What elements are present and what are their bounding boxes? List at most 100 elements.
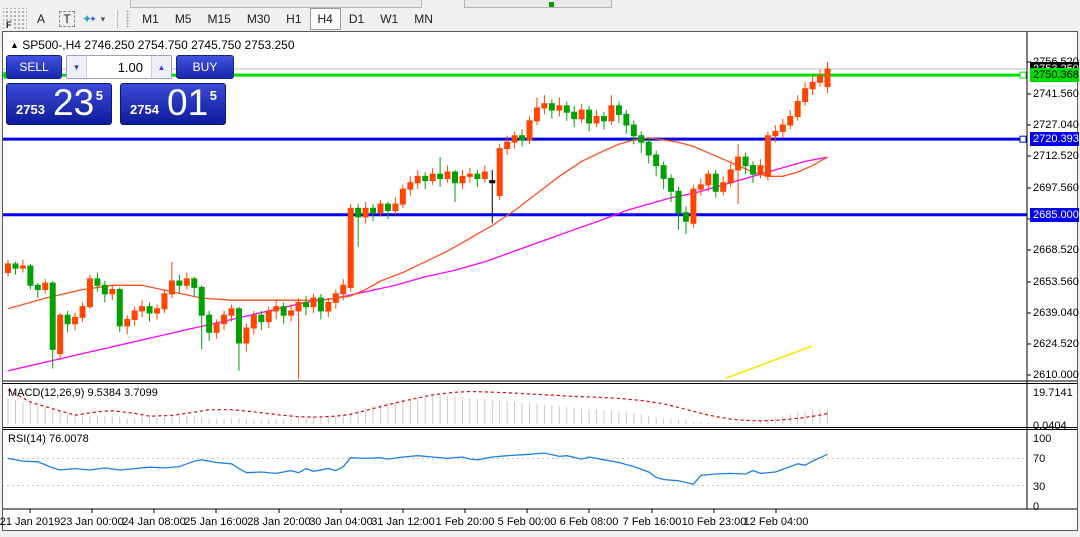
date-axis-label: 28 Jan 20:00 bbox=[247, 516, 311, 528]
volume-increase-button[interactable]: ▲ bbox=[151, 56, 171, 78]
chart-window[interactable]: ▲ SP500-,H4 2746.250 2754.750 2745.750 2… bbox=[2, 31, 1078, 531]
timeframe-button-M15[interactable]: M15 bbox=[199, 8, 238, 30]
candle bbox=[728, 170, 733, 183]
candle bbox=[743, 157, 748, 166]
timeframe-button-MN[interactable]: MN bbox=[406, 8, 441, 30]
buy-price-box[interactable]: 2754 01 5 bbox=[120, 83, 226, 125]
candle bbox=[512, 136, 517, 142]
timeframe-button-H4[interactable]: H4 bbox=[310, 8, 341, 30]
candle bbox=[326, 302, 331, 311]
date-axis-label: 6 Feb 08:00 bbox=[560, 516, 619, 528]
support-line-1-handle[interactable] bbox=[1020, 136, 1026, 142]
candle bbox=[58, 315, 63, 353]
timeframe-button-W1[interactable]: W1 bbox=[372, 8, 406, 30]
candle bbox=[6, 264, 11, 273]
volume-input[interactable]: 1.00 bbox=[87, 56, 151, 78]
candle bbox=[616, 106, 621, 115]
candle bbox=[646, 142, 651, 155]
arrange-grid-icon[interactable]: F bbox=[3, 8, 27, 30]
support1-price-badge: 2720.393 bbox=[1030, 132, 1079, 146]
candle bbox=[564, 106, 569, 112]
candle bbox=[192, 279, 197, 288]
objects-tool-button[interactable]: ✦✦ ▾ bbox=[81, 8, 106, 30]
candle bbox=[669, 178, 674, 191]
price-axis-tick: 2610.000 bbox=[1033, 369, 1079, 381]
rsi-scale-100: 100 bbox=[1033, 433, 1051, 445]
cursor-tool-button[interactable]: A bbox=[29, 8, 53, 30]
date-axis-label: 21 Jan 2019 bbox=[0, 516, 60, 528]
candle bbox=[587, 110, 592, 123]
candle bbox=[393, 204, 398, 210]
sell-price-box[interactable]: 2753 23 5 bbox=[6, 83, 112, 125]
candle bbox=[13, 264, 18, 268]
candle bbox=[35, 285, 40, 289]
candle bbox=[706, 174, 711, 185]
candle bbox=[274, 307, 279, 311]
candle bbox=[624, 114, 629, 125]
candle bbox=[95, 279, 100, 285]
candle bbox=[505, 142, 510, 148]
rsi-scale-30: 30 bbox=[1033, 481, 1045, 493]
candle bbox=[311, 298, 316, 307]
support2-price-badge: 2685.000 bbox=[1030, 208, 1079, 222]
timeframe-button-D1[interactable]: D1 bbox=[341, 8, 372, 30]
candle bbox=[683, 213, 688, 222]
text-tool-button[interactable]: T bbox=[55, 8, 79, 30]
macd-indicator-label: MACD(12,26,9) 9.5384 3.7099 bbox=[8, 387, 158, 399]
candle bbox=[199, 287, 204, 315]
objects-icon-2: ✦ bbox=[89, 14, 97, 25]
candle bbox=[713, 174, 718, 191]
symbol-marker-icon: ▲ bbox=[10, 40, 19, 50]
candle bbox=[780, 125, 785, 131]
candle bbox=[318, 298, 323, 311]
candle bbox=[572, 112, 577, 118]
buy-price-sup: 5 bbox=[210, 88, 217, 103]
sell-button[interactable]: SELL bbox=[6, 55, 62, 79]
terminal-window: { "toolbar": { "handle_letter": "F", "cu… bbox=[0, 0, 1080, 537]
candle bbox=[542, 104, 547, 108]
candle bbox=[661, 166, 666, 179]
candle bbox=[676, 191, 681, 212]
candle bbox=[520, 136, 525, 140]
chart-symbol: SP500-,H4 bbox=[22, 38, 81, 52]
cursor-icon: A bbox=[37, 12, 45, 26]
candle bbox=[28, 266, 33, 285]
candle bbox=[80, 307, 85, 318]
candle bbox=[266, 311, 271, 322]
candle bbox=[43, 283, 48, 289]
resistance-line-handle[interactable] bbox=[1020, 72, 1026, 78]
candle bbox=[50, 283, 55, 349]
candle bbox=[609, 106, 614, 121]
candle bbox=[460, 176, 465, 182]
candle bbox=[602, 117, 607, 121]
candle bbox=[162, 294, 167, 309]
candle bbox=[169, 281, 174, 294]
volume-decrease-button[interactable]: ▼ bbox=[67, 56, 87, 78]
date-axis-label: 31 Jan 12:00 bbox=[371, 516, 435, 528]
candle bbox=[475, 174, 480, 178]
buy-button[interactable]: BUY bbox=[176, 55, 234, 79]
chevron-down-icon[interactable]: ▾ bbox=[101, 14, 106, 25]
price-axis-tick: 2624.520 bbox=[1033, 338, 1079, 350]
date-axis-label: 5 Feb 00:00 bbox=[498, 516, 557, 528]
date-axis-label: 23 Jan 00:00 bbox=[60, 516, 124, 528]
buy-price-prefix: 2754 bbox=[130, 102, 159, 117]
candle bbox=[721, 183, 726, 192]
candle bbox=[259, 315, 264, 321]
candle bbox=[527, 121, 532, 140]
timeframe-button-H1[interactable]: H1 bbox=[278, 8, 309, 30]
timeframe-button-M30[interactable]: M30 bbox=[239, 8, 278, 30]
price-axis-tick: 2727.040 bbox=[1033, 119, 1079, 131]
date-axis-label: 12 Feb 04:00 bbox=[744, 516, 809, 528]
date-axis-label: 30 Jan 04:00 bbox=[309, 516, 373, 528]
candle bbox=[281, 307, 286, 316]
candle bbox=[467, 174, 472, 176]
candle bbox=[751, 166, 756, 175]
candle bbox=[222, 315, 227, 324]
candle bbox=[20, 266, 25, 268]
timeframe-button-M5[interactable]: M5 bbox=[167, 8, 200, 30]
candle bbox=[207, 315, 212, 332]
candle bbox=[385, 204, 390, 210]
price-axis-tick: 2741.560 bbox=[1033, 88, 1079, 100]
timeframe-button-M1[interactable]: M1 bbox=[134, 8, 167, 30]
